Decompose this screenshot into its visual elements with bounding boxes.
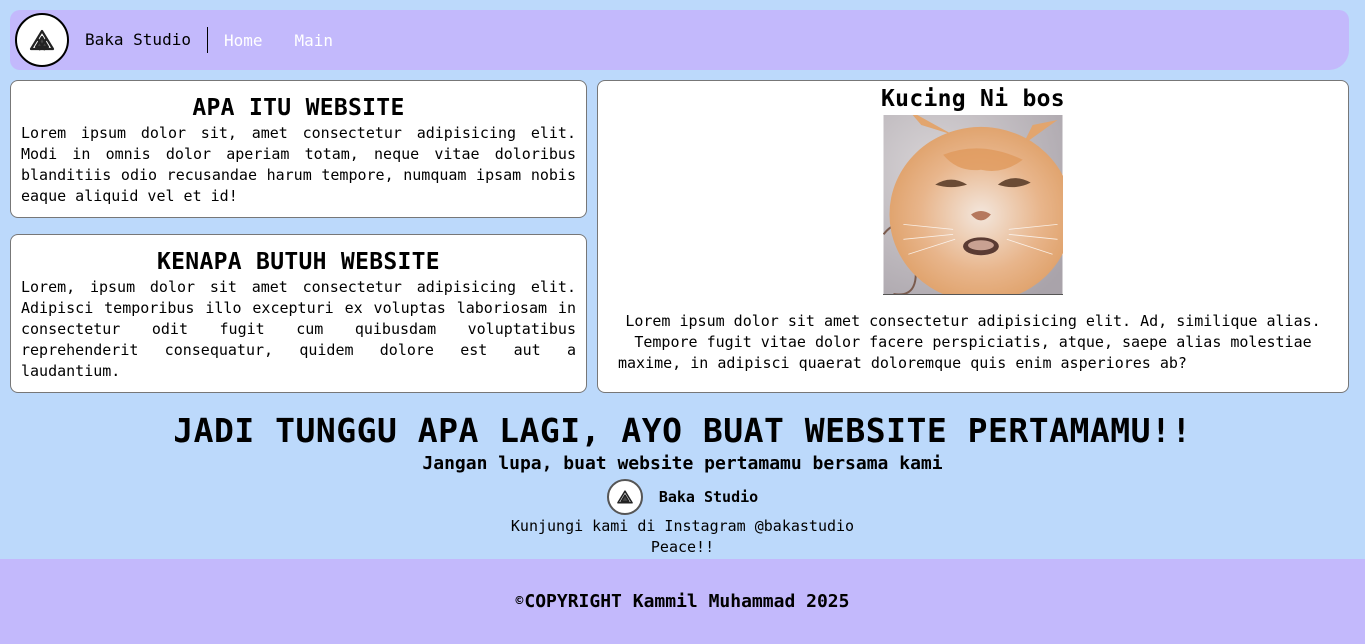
cta-headline: JADI TUNGGU APA LAGI, AYO BUAT WEBSITE P… xyxy=(173,411,1192,450)
cta-brand: Baka Studio xyxy=(0,478,1365,516)
copyright-symbol: © xyxy=(515,594,524,609)
copyright-text: COPYRIGHT Kammil Muhammad 2025 xyxy=(524,591,850,612)
studio-logo-icon xyxy=(606,479,643,515)
card-text: Lorem, ipsum dolor sit amet consectetur … xyxy=(21,278,576,380)
what-is-website-card: APA ITU WEBSITE Lorem ipsum dolor sit, a… xyxy=(10,80,587,218)
call-to-action: JADI TUNGGU APA LAGI, AYO BUAT WEBSITE P… xyxy=(0,410,1365,558)
cat-card: Kucing Ni bos Lorem ipsum dolor sit amet… xyxy=(597,80,1349,393)
brand-name: Baka Studio xyxy=(85,27,208,53)
nav-home-link[interactable]: Home xyxy=(224,31,263,50)
why-need-website-card: KENAPA BUTUH WEBSITE Lorem, ipsum dolor … xyxy=(10,234,587,393)
card-text: Lorem ipsum dolor sit amet consectetur a… xyxy=(618,312,1321,372)
card-text: Lorem ipsum dolor sit, amet consectetur … xyxy=(21,124,576,205)
cat-photo xyxy=(883,115,1063,295)
footer: © COPYRIGHT Kammil Muhammad 2025 xyxy=(0,559,1365,644)
card-title: KENAPA BUTUH WEBSITE xyxy=(157,249,440,275)
closing-text: Peace!! xyxy=(650,538,715,556)
cta-subheadline: Jangan lupa, buat website pertamamu bers… xyxy=(422,453,943,474)
navbar: Baka Studio Home Main xyxy=(10,10,1349,70)
card-title: APA ITU WEBSITE xyxy=(192,95,405,121)
instagram-text: Kunjungi kami di Instagram @bakastudio xyxy=(510,517,855,535)
card-title: Kucing Ni bos xyxy=(881,86,1065,112)
studio-logo-icon[interactable] xyxy=(15,13,69,67)
cta-brand-name: Baka Studio xyxy=(658,488,759,506)
nav-main-link[interactable]: Main xyxy=(295,31,334,50)
